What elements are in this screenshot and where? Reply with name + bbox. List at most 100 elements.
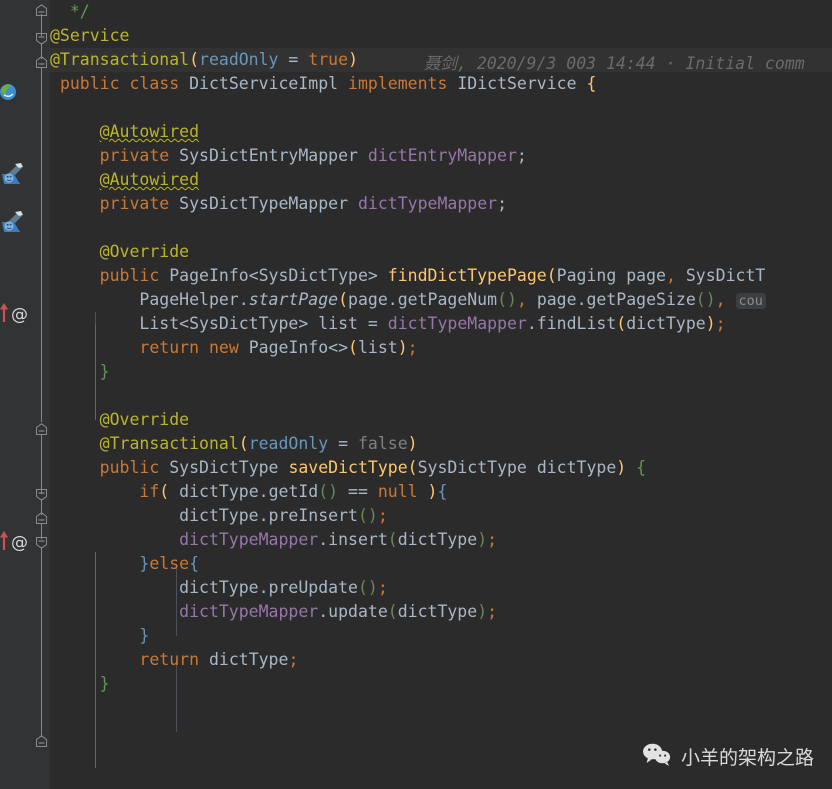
code-line[interactable]: @Transactional(readOnly = false): [50, 432, 832, 456]
code-token: list: [318, 314, 358, 333]
code-line[interactable]: PageHelper.startPage(page.getPageNum(), …: [50, 288, 832, 312]
fold-marker-collapse[interactable]: [35, 534, 48, 549]
code-token: (: [387, 602, 398, 621]
gutter-icon-column: @ @: [0, 0, 32, 789]
watermark: 小羊的架构之路: [642, 742, 814, 771]
code-line[interactable]: if( dictType.getId() == null ){: [50, 480, 832, 504]
code-line[interactable]: @Autowired: [50, 120, 832, 144]
code-lines[interactable]: */@Service @Transactional(readOnly = true…: [50, 0, 832, 696]
code-token: ;: [487, 530, 498, 549]
code-token: dictType: [397, 530, 478, 549]
code-line[interactable]: }: [50, 624, 832, 648]
code-token: .: [238, 290, 249, 309]
spring-bean-icon[interactable]: [0, 80, 30, 106]
code-line[interactable]: private SysDictEntryMapper dictEntryMapp…: [50, 144, 832, 168]
spring-autowired-icon[interactable]: [0, 162, 30, 188]
fold-marker-collapse[interactable]: [35, 421, 48, 435]
code-token: {: [437, 482, 448, 501]
fold-marker-collapse[interactable]: [35, 54, 48, 68]
code-token: page: [536, 290, 577, 309]
code-token: (: [616, 314, 627, 333]
fold-marker-collapse[interactable]: [35, 510, 48, 524]
spring-autowired-icon[interactable]: [0, 210, 30, 236]
code-token: null: [377, 482, 418, 501]
fold-marker-collapse[interactable]: [35, 733, 48, 747]
code-line[interactable]: return new PageInfo<>(list);: [50, 336, 832, 360]
code-line[interactable]: }else{: [50, 552, 832, 576]
code-line[interactable]: }: [50, 672, 832, 696]
code-token: ;: [377, 506, 388, 525]
code-token: list: [357, 338, 398, 357]
code-line[interactable]: return dictType;: [50, 648, 832, 672]
code-line[interactable]: public PageInfo<SysDictType> findDictTyp…: [50, 264, 832, 288]
code-token: page: [626, 266, 666, 285]
code-line[interactable]: */: [50, 0, 832, 24]
code-token: SysDictT: [685, 266, 766, 285]
code-text-area[interactable]: */@Service @Transactional(readOnly = true…: [50, 0, 832, 789]
code-token: DictServiceImpl: [189, 74, 339, 93]
code-line[interactable]: [50, 216, 832, 240]
code-token: ): [705, 314, 716, 333]
code-token: List<SysDictType>: [139, 314, 309, 333]
code-token: .insert: [318, 530, 388, 549]
code-line[interactable]: @Override: [50, 240, 832, 264]
code-token: return: [139, 650, 200, 669]
code-line[interactable]: dictTypeMapper.update(dictType);: [50, 600, 832, 624]
override-method-icon[interactable]: @: [0, 300, 30, 326]
code-line[interactable]: dictType.preInsert();: [50, 504, 832, 528]
code-line[interactable]: dictTypeMapper.insert(dictType);: [50, 528, 832, 552]
code-token: SysDictType: [169, 458, 279, 477]
code-token: findDictTypePage: [387, 266, 547, 285]
code-token: .getPageSize: [576, 290, 696, 309]
code-token: (: [238, 434, 249, 453]
code-line[interactable]: }: [50, 360, 832, 384]
override-method-icon[interactable]: @: [0, 528, 30, 554]
vcs-inline-blame[interactable]: 聂剑, 2020/9/3 003 14:44 · Initial comm: [424, 52, 805, 76]
code-token: ): [397, 338, 408, 357]
code-token: }: [99, 674, 110, 693]
code-line[interactable]: private SysDictTypeMapper dictTypeMapper…: [50, 192, 832, 216]
code-token: dictType: [208, 650, 289, 669]
code-line[interactable]: List<SysDictType> list = dictTypeMapper.…: [50, 312, 832, 336]
code-token: SysDictTypeMapper: [179, 194, 349, 213]
code-token: (: [338, 290, 349, 309]
code-token: private: [99, 194, 170, 213]
code-token: dictType: [397, 602, 478, 621]
code-token: ==: [338, 482, 378, 501]
code-token: .update: [318, 602, 388, 621]
code-token: {: [636, 458, 647, 477]
code-line[interactable]: @Override: [50, 408, 832, 432]
code-line[interactable]: [50, 96, 832, 120]
code-token: .findList: [526, 314, 617, 333]
code-token: dictType: [179, 578, 259, 597]
code-line[interactable]: @Autowired: [50, 168, 832, 192]
code-token: ): [417, 482, 438, 501]
code-line[interactable]: [50, 384, 832, 408]
code-token: ,: [715, 290, 736, 309]
code-token: @Autowired: [99, 122, 200, 141]
code-line[interactable]: public SysDictType saveDictType(SysDictT…: [50, 456, 832, 480]
code-token: =: [357, 314, 388, 333]
code-token: ): [477, 602, 488, 621]
fold-marker-collapse[interactable]: [35, 486, 48, 501]
code-folding-column[interactable]: [34, 0, 50, 789]
fold-marker-collapse[interactable]: [35, 30, 48, 45]
code-line[interactable]: dictType.preUpdate();: [50, 576, 832, 600]
code-token: ): [616, 458, 627, 477]
code-token: saveDictType: [288, 458, 408, 477]
code-token: =: [328, 434, 358, 453]
code-line[interactable]: @Service: [50, 24, 832, 48]
